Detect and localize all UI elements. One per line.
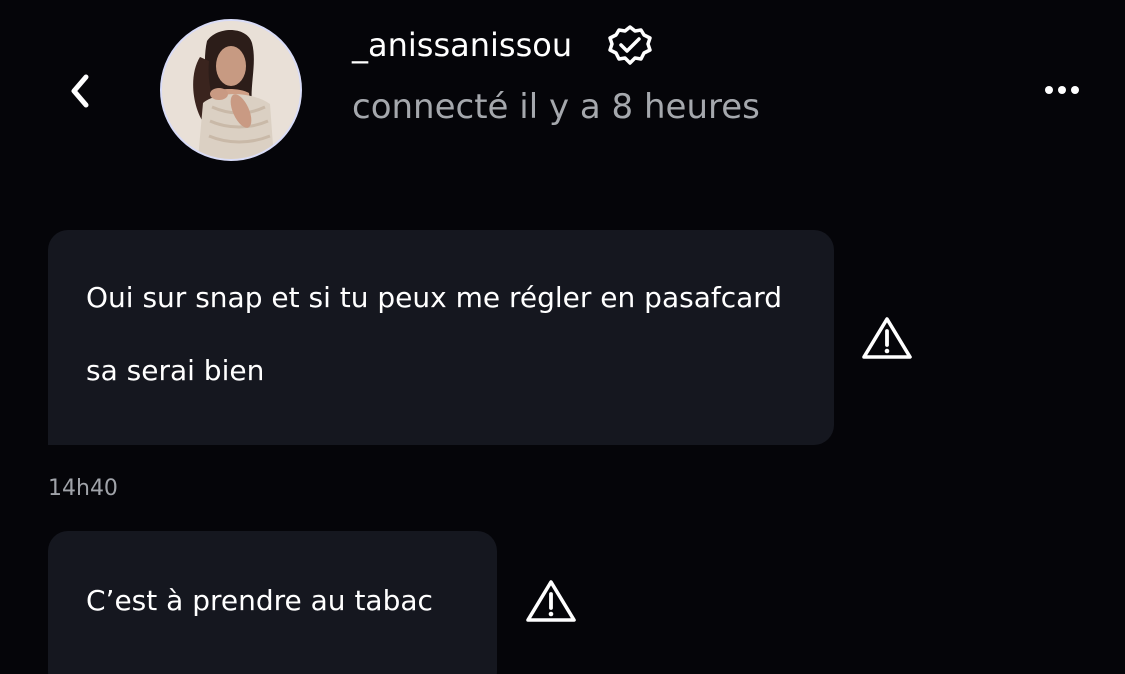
chevron-left-icon [71, 74, 89, 108]
message-text: C’est à prendre au tabac [86, 584, 433, 617]
more-horizontal-icon [1045, 86, 1079, 94]
message-bubble[interactable]: Oui sur snap et si tu peux me régler en … [48, 230, 834, 445]
username[interactable]: _anissanissou [352, 22, 572, 68]
message-timestamp: 14h40 [48, 476, 118, 501]
online-status: connecté il y a 8 heures [352, 87, 760, 127]
message-text: Oui sur snap et si tu peux me régler en … [86, 281, 783, 387]
profile-photo [162, 21, 300, 159]
message-bubble[interactable]: C’est à prendre au tabac [48, 531, 497, 674]
warning-icon[interactable] [525, 578, 577, 624]
warning-icon[interactable] [861, 315, 913, 361]
avatar[interactable] [160, 19, 302, 161]
verified-badge-icon [608, 25, 652, 65]
chat-screen: _anissanissou connecté il y a 8 heures O… [0, 0, 1125, 674]
more-options-button[interactable] [1040, 76, 1084, 104]
back-button[interactable] [60, 66, 100, 116]
